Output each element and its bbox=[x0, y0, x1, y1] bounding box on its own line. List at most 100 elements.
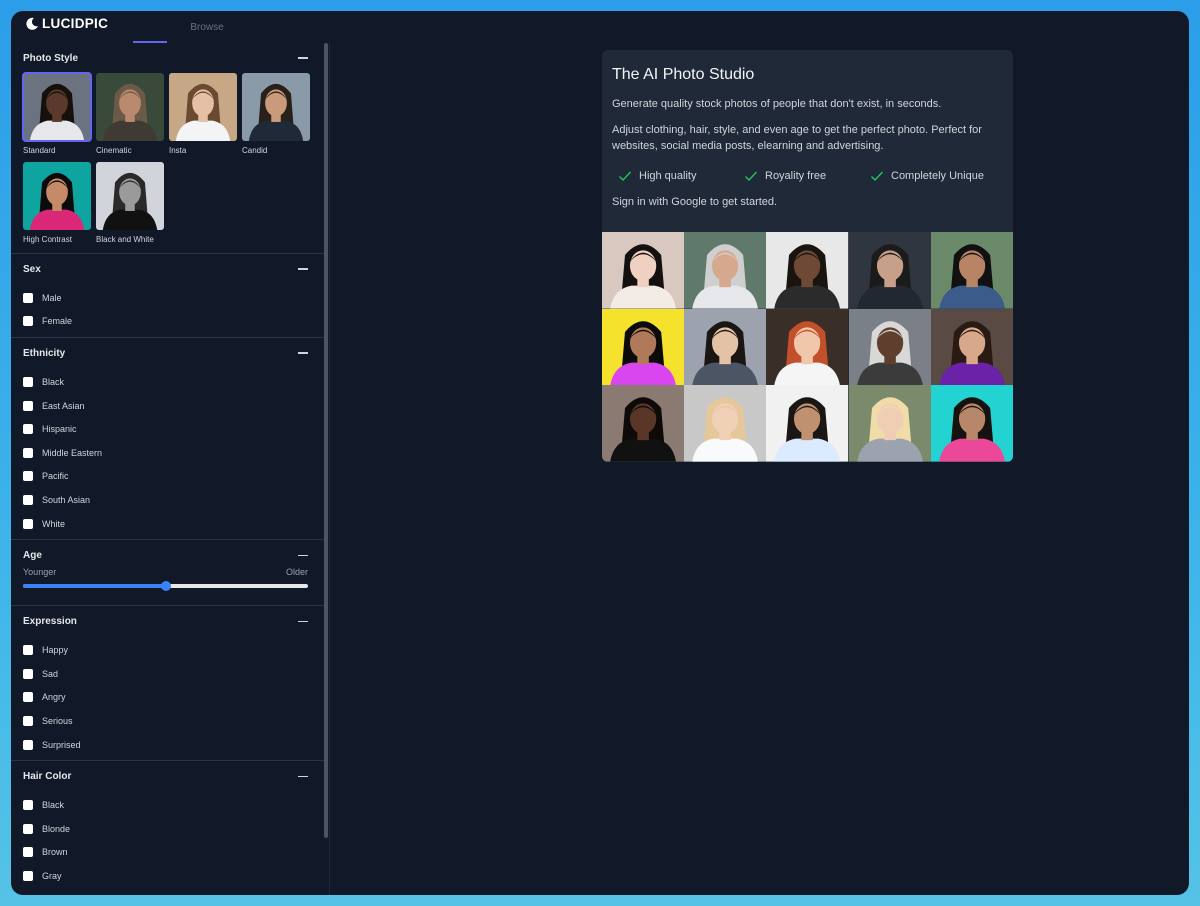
checkbox-option[interactable]: Gray bbox=[23, 864, 308, 888]
checkbox[interactable] bbox=[23, 668, 33, 679]
checkbox-option[interactable]: Male bbox=[23, 286, 308, 310]
checkbox-option[interactable]: Black bbox=[23, 793, 308, 817]
sample-photo bbox=[684, 232, 767, 309]
checkbox-option[interactable]: Black bbox=[23, 370, 308, 394]
photo-style-thumbnail[interactable] bbox=[22, 72, 92, 142]
top-bar: LUCIDPIC Browse bbox=[11, 11, 1189, 43]
sidebar-scrollbar[interactable] bbox=[324, 43, 328, 838]
slider-handle[interactable] bbox=[160, 581, 171, 592]
checkbox-option[interactable]: Pacific bbox=[23, 465, 308, 489]
portrait-image bbox=[766, 385, 849, 462]
ethnicity-options: Black East Asian Hispanic Middle Eastern Pac… bbox=[23, 368, 308, 539]
photo-style-grid: Standard Cinematic Insta Candid High Contras… bbox=[22, 72, 310, 253]
photo-style-thumbnail[interactable] bbox=[242, 73, 310, 141]
sample-photo bbox=[766, 385, 849, 462]
tab-browse[interactable]: Browse bbox=[181, 11, 233, 43]
logo[interactable]: LUCIDPIC bbox=[25, 16, 108, 31]
checkbox-option[interactable]: East Asian bbox=[23, 394, 308, 418]
feature-label: Royality free bbox=[765, 170, 827, 182]
checkbox-label: Blonde bbox=[42, 823, 71, 834]
checkbox[interactable] bbox=[23, 800, 33, 811]
portrait-image bbox=[930, 308, 1013, 386]
photo-style-option[interactable]: Black and White bbox=[96, 162, 164, 245]
portrait-image bbox=[602, 385, 685, 462]
collapse-icon[interactable] bbox=[298, 57, 308, 59]
checkbox[interactable] bbox=[23, 376, 33, 387]
checkbox-option[interactable]: Angry bbox=[23, 686, 308, 710]
checkbox-label: Male bbox=[42, 292, 62, 303]
collapse-icon[interactable] bbox=[298, 554, 308, 557]
photo-style-thumbnail[interactable] bbox=[23, 162, 91, 230]
checkbox[interactable] bbox=[23, 471, 33, 482]
check-icon bbox=[619, 171, 632, 182]
page-title: The AI Photo Studio bbox=[612, 66, 755, 83]
checkbox[interactable] bbox=[23, 692, 33, 703]
checkbox[interactable] bbox=[23, 518, 33, 529]
photo-style-option[interactable]: Candid bbox=[242, 73, 310, 156]
checkbox[interactable] bbox=[23, 870, 33, 881]
age-range-labels: Younger Older bbox=[23, 567, 308, 577]
ethnicity-section: Ethnicity Black East Asian Hispanic Middle … bbox=[11, 338, 324, 541]
checkbox[interactable] bbox=[23, 447, 33, 458]
checkbox-option[interactable]: Surprised bbox=[23, 733, 308, 757]
age-min-label: Younger bbox=[23, 567, 57, 578]
checkbox[interactable] bbox=[23, 847, 33, 858]
photo-style-thumbnail[interactable] bbox=[169, 73, 237, 141]
checkbox[interactable] bbox=[23, 292, 33, 303]
checkbox-option[interactable]: Middle Eastern bbox=[23, 441, 308, 465]
checkbox-option[interactable]: White bbox=[23, 512, 308, 536]
intro-paragraph: Generate quality stock photos of people … bbox=[612, 98, 942, 110]
check-icon bbox=[745, 171, 758, 182]
checkbox-label: Brown bbox=[42, 847, 68, 858]
sample-photo bbox=[930, 232, 1013, 309]
feature-label: High quality bbox=[639, 170, 697, 182]
checkbox-option[interactable]: Happy bbox=[23, 638, 308, 662]
checkbox-option[interactable]: Hispanic bbox=[23, 417, 308, 441]
checkbox-label: Surprised bbox=[42, 739, 81, 750]
section-title: Photo Style bbox=[23, 52, 79, 64]
checkbox[interactable] bbox=[23, 739, 33, 750]
checkbox-label: Hispanic bbox=[42, 424, 77, 435]
checkbox-option[interactable]: Sad bbox=[23, 662, 308, 686]
check-icon bbox=[871, 171, 884, 182]
sample-photo bbox=[684, 308, 767, 386]
photo-style-section: Photo Style Standard Cinematic Insta Candid… bbox=[11, 43, 324, 254]
portrait-image bbox=[766, 308, 849, 386]
checkbox-option[interactable]: Blonde bbox=[23, 817, 308, 841]
portrait-image bbox=[848, 232, 931, 309]
checkbox[interactable] bbox=[23, 494, 33, 505]
checkbox-option[interactable]: South Asian bbox=[23, 488, 308, 512]
photo-style-label: High Contrast bbox=[23, 235, 72, 244]
checkbox[interactable] bbox=[23, 823, 33, 834]
checkbox-option[interactable]: Brown bbox=[23, 841, 308, 865]
photo-style-option[interactable]: High Contrast bbox=[23, 162, 91, 245]
checkbox-option[interactable]: Female bbox=[23, 310, 308, 334]
checkbox[interactable] bbox=[23, 316, 33, 327]
photo-style-label: Candid bbox=[242, 146, 268, 155]
photo-style-thumbnail[interactable] bbox=[96, 162, 164, 230]
photo-style-option[interactable]: Cinematic bbox=[96, 73, 164, 156]
section-title: Sex bbox=[23, 263, 41, 275]
feature-list: High quality Royality free Completely Un… bbox=[618, 170, 1008, 182]
collapse-icon[interactable] bbox=[298, 775, 308, 778]
photo-style-header: Photo Style bbox=[23, 43, 308, 73]
expression-options: Happy Sad Angry Serious Surprised bbox=[23, 636, 308, 760]
portrait-image bbox=[96, 162, 164, 230]
tab-active[interactable] bbox=[133, 11, 167, 43]
checkbox-option[interactable]: Serious bbox=[23, 709, 308, 733]
checkbox[interactable] bbox=[23, 424, 33, 435]
sample-photo bbox=[602, 308, 685, 386]
collapse-icon[interactable] bbox=[298, 620, 308, 623]
checkbox-label: South Asian bbox=[42, 494, 91, 505]
collapse-icon[interactable] bbox=[298, 268, 308, 270]
collapse-icon[interactable] bbox=[298, 352, 308, 354]
age-slider[interactable] bbox=[23, 577, 308, 597]
photo-style-option[interactable]: Standard bbox=[22, 72, 92, 156]
photo-style-thumbnail[interactable] bbox=[96, 73, 164, 141]
app-window: LUCIDPIC Browse Photo Style Standard Cine… bbox=[11, 11, 1189, 895]
checkbox[interactable] bbox=[23, 400, 33, 411]
checkbox[interactable] bbox=[23, 645, 33, 656]
intro-panel: The AI Photo Studio Generate quality sto… bbox=[602, 50, 1013, 462]
photo-style-option[interactable]: Insta bbox=[169, 73, 237, 156]
checkbox[interactable] bbox=[23, 715, 33, 726]
